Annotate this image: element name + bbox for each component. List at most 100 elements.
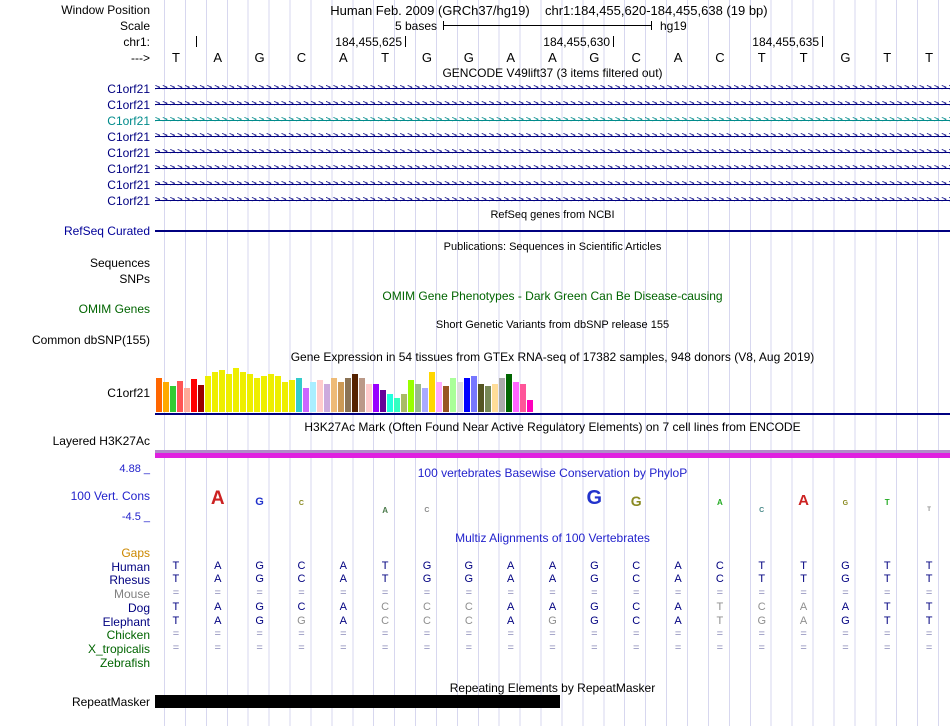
gtex-bar[interactable] bbox=[492, 384, 498, 412]
gtex-bar[interactable] bbox=[261, 376, 267, 412]
gtex-bar[interactable] bbox=[373, 384, 379, 412]
gtex-bar[interactable] bbox=[345, 378, 351, 412]
conservation-title[interactable]: 100 vertebrates Basewise Conservation by… bbox=[155, 466, 950, 480]
gtex-bar[interactable] bbox=[191, 379, 197, 412]
species-label[interactable]: Gaps bbox=[0, 546, 150, 560]
gene-label[interactable]: C1orf21 bbox=[0, 194, 150, 208]
gtex-bar[interactable] bbox=[275, 376, 281, 412]
gene-row[interactable]: >>>>>>>>>>>>>>>>>>>>>>>>>>>>>>>>>>>>>>>>… bbox=[155, 82, 950, 95]
gene-label[interactable]: C1orf21 bbox=[0, 146, 150, 160]
gtex-bar[interactable] bbox=[254, 378, 260, 412]
gtex-bar[interactable] bbox=[289, 380, 295, 412]
alignment-row[interactable]: TAGCATGGAAGCACTTGTT bbox=[155, 560, 950, 573]
gtex-bar[interactable] bbox=[408, 380, 414, 412]
h3k27ac-label[interactable]: Layered H3K27Ac bbox=[0, 434, 150, 448]
gene-row[interactable]: >>>>>>>>>>>>>>>>>>>>>>>>>>>>>>>>>>>>>>>>… bbox=[155, 162, 950, 175]
gene-label[interactable]: C1orf21 bbox=[0, 98, 150, 112]
gtex-bar[interactable] bbox=[352, 374, 358, 412]
gtex-bar[interactable] bbox=[205, 376, 211, 412]
h3k27ac-band-magenta[interactable] bbox=[155, 453, 950, 458]
gtex-bar[interactable] bbox=[331, 378, 337, 412]
multiz-title[interactable]: Multiz Alignments of 100 Vertebrates bbox=[155, 531, 950, 545]
gtex-bar[interactable] bbox=[240, 372, 246, 412]
gtex-bar[interactable] bbox=[303, 388, 309, 412]
h3k27ac-title[interactable]: H3K27Ac Mark (Often Found Near Active Re… bbox=[155, 420, 950, 434]
gene-label[interactable]: C1orf21 bbox=[0, 82, 150, 96]
gtex-bar[interactable] bbox=[499, 378, 505, 412]
refseq-title[interactable]: RefSeq genes from NCBI bbox=[155, 209, 950, 221]
gtex-bar[interactable] bbox=[450, 378, 456, 412]
alignment-row[interactable] bbox=[155, 546, 950, 559]
gtex-bar[interactable] bbox=[296, 378, 302, 412]
gene-row[interactable]: >>>>>>>>>>>>>>>>>>>>>>>>>>>>>>>>>>>>>>>>… bbox=[155, 178, 950, 191]
gtex-bar[interactable] bbox=[436, 382, 442, 412]
gene-label[interactable]: C1orf21 bbox=[0, 178, 150, 192]
species-label[interactable]: Chicken bbox=[0, 628, 150, 642]
gene-row[interactable]: >>>>>>>>>>>>>>>>>>>>>>>>>>>>>>>>>>>>>>>>… bbox=[155, 194, 950, 207]
gtex-bar[interactable] bbox=[520, 384, 526, 412]
repeatmasker-title[interactable]: Repeating Elements by RepeatMasker bbox=[155, 681, 950, 695]
gtex-bar[interactable] bbox=[401, 394, 407, 412]
gtex-bar[interactable] bbox=[359, 378, 365, 412]
gtex-bar[interactable] bbox=[485, 386, 491, 412]
gtex-bar[interactable] bbox=[394, 398, 400, 412]
gencode-title[interactable]: GENCODE V49lift37 (3 items filtered out) bbox=[155, 66, 950, 80]
gtex-bar[interactable] bbox=[324, 384, 330, 412]
gtex-bar[interactable] bbox=[464, 378, 470, 412]
species-label[interactable]: X_tropicalis bbox=[0, 642, 150, 656]
gtex-bar[interactable] bbox=[317, 380, 323, 412]
gtex-bar[interactable] bbox=[387, 394, 393, 412]
species-label[interactable]: Elephant bbox=[0, 615, 150, 629]
gtex-bar[interactable] bbox=[429, 372, 435, 412]
gtex-bar[interactable] bbox=[506, 374, 512, 412]
gtex-bar[interactable] bbox=[513, 382, 519, 412]
gtex-bar[interactable] bbox=[226, 374, 232, 412]
species-label[interactable]: Zebrafish bbox=[0, 656, 150, 670]
gene-row[interactable]: >>>>>>>>>>>>>>>>>>>>>>>>>>>>>>>>>>>>>>>>… bbox=[155, 98, 950, 111]
conservation-label[interactable]: 100 Vert. Cons bbox=[0, 489, 150, 503]
repeat-element-bar[interactable] bbox=[155, 695, 560, 708]
publications-title[interactable]: Publications: Sequences in Scientific Ar… bbox=[155, 241, 950, 253]
gene-row[interactable]: >>>>>>>>>>>>>>>>>>>>>>>>>>>>>>>>>>>>>>>>… bbox=[155, 130, 950, 143]
gtex-bar[interactable] bbox=[471, 376, 477, 412]
gtex-bar[interactable] bbox=[184, 388, 190, 412]
alignment-row[interactable]: TAGCACCCAAGCATCAATT bbox=[155, 601, 950, 614]
gtex-bar[interactable] bbox=[527, 400, 533, 412]
sequences-label[interactable]: Sequences bbox=[0, 256, 150, 270]
gtex-bar[interactable] bbox=[366, 384, 372, 412]
gtex-bar[interactable] bbox=[233, 368, 239, 412]
gtex-title[interactable]: Gene Expression in 54 tissues from GTEx … bbox=[155, 350, 950, 364]
gtex-bar[interactable] bbox=[282, 382, 288, 412]
alignment-row[interactable]: = = = = = = = = = = = = = = = = = = = bbox=[155, 642, 950, 655]
omim-title[interactable]: OMIM Gene Phenotypes - Dark Green Can Be… bbox=[155, 289, 950, 303]
gtex-bar[interactable] bbox=[457, 382, 463, 412]
gtex-bar[interactable] bbox=[170, 386, 176, 412]
gtex-bar[interactable] bbox=[268, 374, 274, 412]
species-label[interactable]: Human bbox=[0, 560, 150, 574]
gtex-bar[interactable] bbox=[247, 374, 253, 412]
gene-row[interactable]: >>>>>>>>>>>>>>>>>>>>>>>>>>>>>>>>>>>>>>>>… bbox=[155, 146, 950, 159]
species-label[interactable]: Dog bbox=[0, 601, 150, 615]
gtex-bar[interactable] bbox=[443, 386, 449, 412]
gtex-bar[interactable] bbox=[198, 385, 204, 412]
alignment-row[interactable] bbox=[155, 656, 950, 669]
base-row[interactable]: TAGCATGGAAGCACTTGTT bbox=[155, 51, 950, 64]
species-label[interactable]: Mouse bbox=[0, 587, 150, 601]
gtex-bar[interactable] bbox=[415, 384, 421, 412]
refseq-curated-label[interactable]: RefSeq Curated bbox=[0, 224, 150, 238]
alignment-row[interactable]: TAGGACCCAGGCATGAGTT bbox=[155, 615, 950, 628]
gtex-bar[interactable] bbox=[177, 381, 183, 412]
dbsnp-label[interactable]: Common dbSNP(155) bbox=[0, 333, 150, 347]
alignment-row[interactable]: TAGCATGGAAGCACTTGTT bbox=[155, 573, 950, 586]
gtex-bar[interactable] bbox=[422, 388, 428, 412]
gtex-bar[interactable] bbox=[156, 378, 162, 412]
gene-label[interactable]: C1orf21 bbox=[0, 162, 150, 176]
gtex-bar[interactable] bbox=[212, 372, 218, 412]
gene-row[interactable]: >>>>>>>>>>>>>>>>>>>>>>>>>>>>>>>>>>>>>>>>… bbox=[155, 114, 950, 127]
gtex-bar[interactable] bbox=[380, 390, 386, 412]
alignment-row[interactable]: = = = = = = = = = = = = = = = = = = = bbox=[155, 628, 950, 641]
gtex-bar[interactable] bbox=[219, 370, 225, 412]
gtex-gene-label[interactable]: C1orf21 bbox=[0, 386, 150, 400]
snps-label[interactable]: SNPs bbox=[0, 272, 150, 286]
gtex-bar[interactable] bbox=[163, 382, 169, 412]
